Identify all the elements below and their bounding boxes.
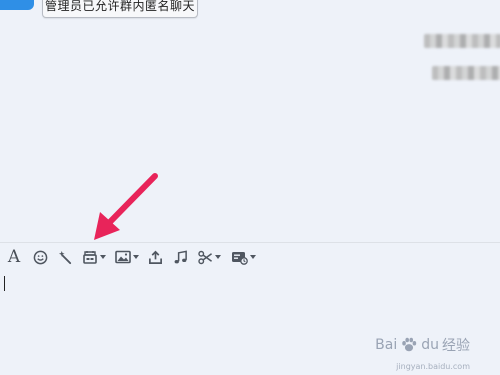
music-button[interactable] bbox=[171, 246, 189, 268]
screenshot-button[interactable] bbox=[195, 246, 223, 268]
font-button[interactable]: A bbox=[6, 246, 22, 268]
chat-record-icon bbox=[231, 251, 248, 265]
music-icon bbox=[174, 250, 187, 263]
chat-record-button[interactable] bbox=[228, 246, 258, 268]
chevron-down-icon bbox=[133, 255, 139, 259]
upload-button[interactable] bbox=[146, 246, 164, 268]
emoji-icon bbox=[33, 250, 47, 264]
image-button[interactable] bbox=[112, 246, 142, 268]
system-notice: 管理员已允许群内匿名聊天 bbox=[42, 0, 198, 18]
input-toolbar: A bbox=[0, 246, 500, 268]
font-icon: A bbox=[7, 247, 21, 267]
emoji-button[interactable] bbox=[31, 246, 49, 268]
watermark-url: jingyan.baidu.com bbox=[396, 362, 470, 371]
image-icon bbox=[115, 250, 131, 264]
magic-wand-button[interactable] bbox=[56, 246, 74, 268]
watermark-brand-mid: 经验 bbox=[442, 338, 470, 354]
divider bbox=[0, 242, 500, 243]
baidu-watermark: Bai du 经验 bbox=[375, 333, 470, 357]
magic-wand-icon bbox=[58, 250, 71, 264]
chevron-down-icon bbox=[215, 255, 221, 259]
blurred-text-2 bbox=[432, 66, 500, 80]
chevron-down-icon bbox=[100, 255, 106, 259]
paw-logo-icon bbox=[402, 337, 417, 352]
watermark-brand-right: du bbox=[421, 337, 439, 353]
group-avatar[interactable] bbox=[0, 0, 34, 10]
chat-message-area: 管理员已允许群内匿名聊天 bbox=[0, 0, 500, 242]
anonymous-chat-icon bbox=[83, 250, 97, 264]
chevron-down-icon bbox=[249, 255, 256, 259]
anonymous-chat-button[interactable] bbox=[78, 246, 110, 268]
message-input[interactable] bbox=[0, 270, 500, 375]
text-cursor bbox=[4, 276, 5, 291]
scissors-icon bbox=[198, 250, 213, 264]
blurred-text-1 bbox=[424, 34, 500, 48]
watermark-brand-left: Bai bbox=[375, 337, 398, 353]
upload-icon bbox=[148, 250, 162, 264]
